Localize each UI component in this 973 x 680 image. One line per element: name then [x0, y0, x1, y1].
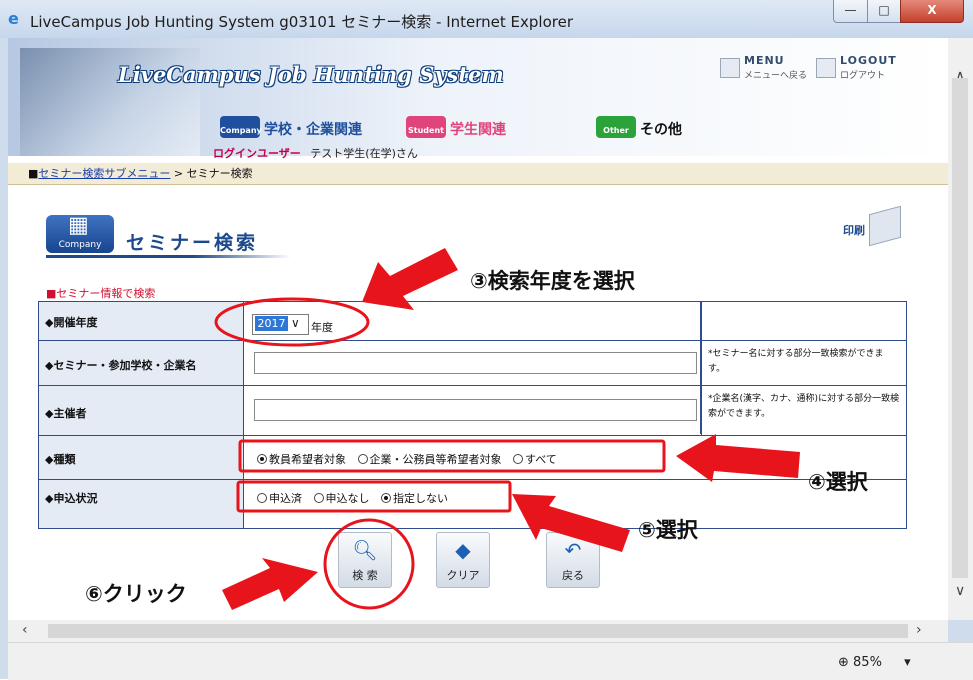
annotation-circle-search: [323, 518, 415, 610]
annotation-arrow-step5: [512, 494, 630, 552]
annotation-step3: ③検索年度を選択: [470, 269, 635, 293]
annotation-arrow-step4: [676, 434, 800, 482]
annotation-rect-status: [236, 480, 512, 513]
annotation-arrow-step6: [222, 558, 318, 610]
annotation-step5: ⑤選択: [638, 518, 698, 542]
annotation-rect-kind: [238, 439, 666, 473]
annotation-arrow-step3: [362, 248, 458, 310]
annotation-step4: ④選択: [808, 470, 868, 494]
annotation-ellipse-year: [214, 297, 370, 347]
annotation-step6: ⑥クリック: [85, 582, 187, 606]
